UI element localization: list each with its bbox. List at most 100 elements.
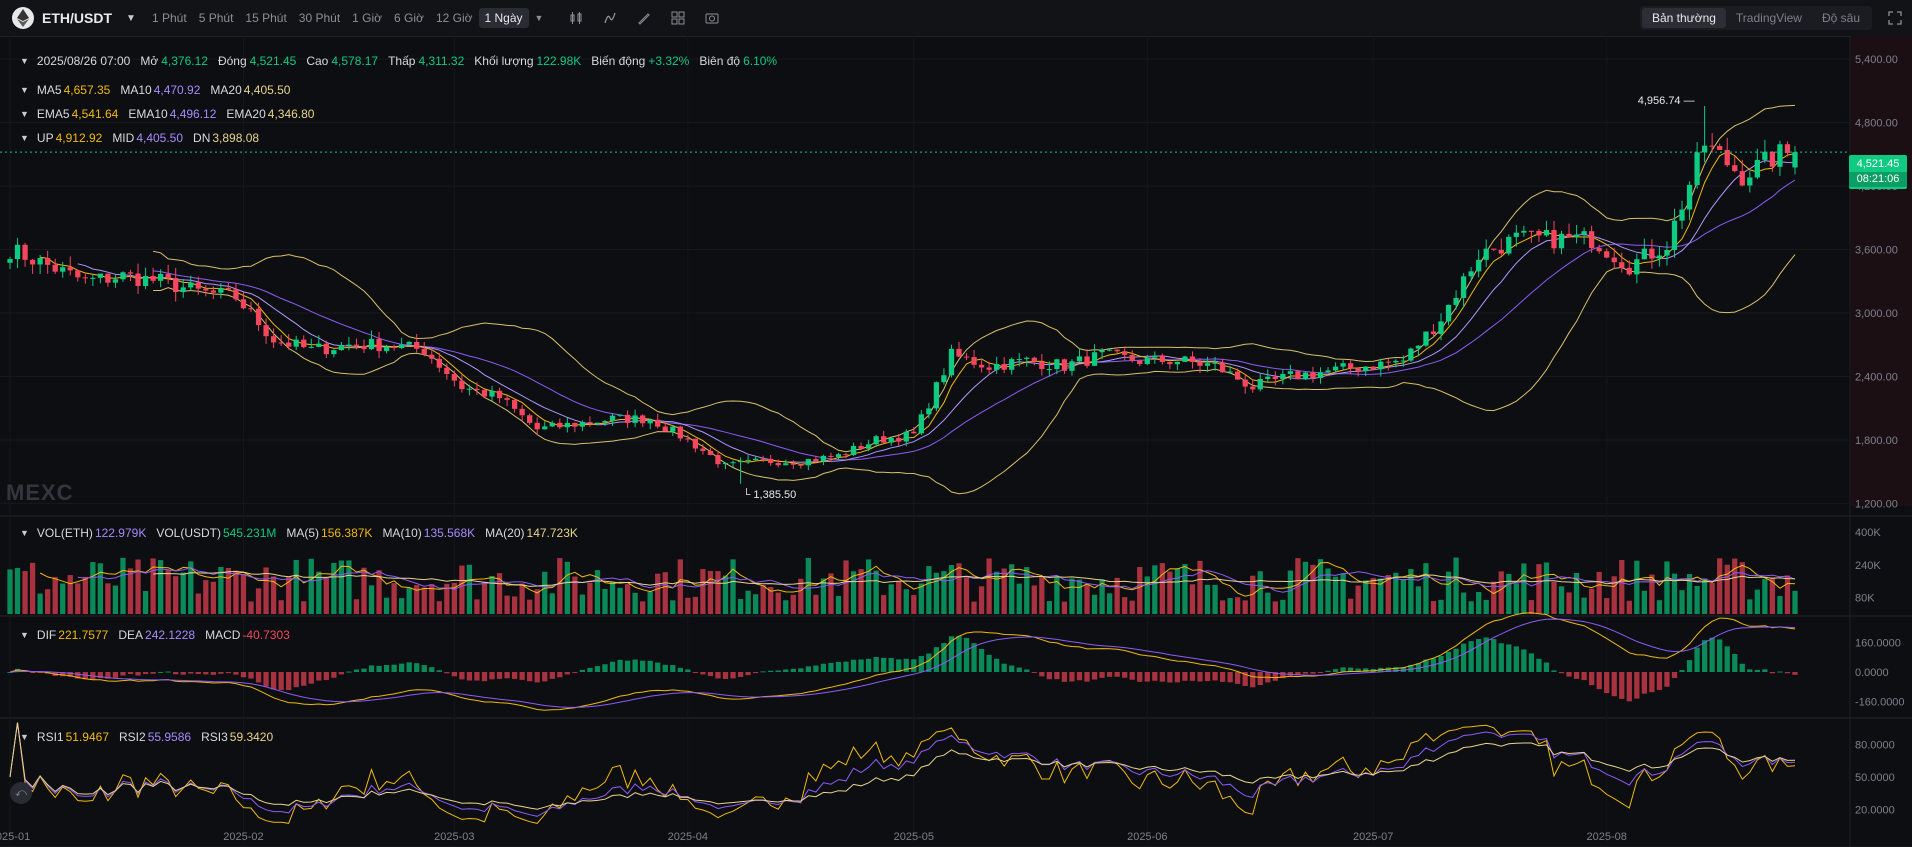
macd-bar [1054, 672, 1060, 680]
macd-bar [1536, 658, 1542, 672]
chevron-down-icon[interactable]: ▼ [20, 133, 29, 143]
layout-icon[interactable] [670, 10, 686, 26]
candle-body [1521, 230, 1527, 233]
volume-bar [1280, 599, 1286, 614]
macd-bar [399, 663, 405, 672]
candle-body [1498, 249, 1504, 254]
volume-bar [353, 599, 360, 614]
candle-body [978, 364, 985, 368]
candle-body [414, 341, 420, 349]
candle-body [873, 436, 879, 445]
view-tab-2[interactable]: Độ sâu [1812, 8, 1870, 28]
interval-tab-3[interactable]: 30 Phút [293, 8, 346, 28]
macd-bar [549, 672, 555, 679]
volume-bar [994, 571, 1000, 614]
candle-body [1491, 248, 1497, 250]
volume-bar [542, 571, 548, 614]
chevron-down-icon[interactable]: ▼ [20, 732, 29, 742]
candle-body [451, 374, 458, 381]
interval-tab-4[interactable]: 1 Giờ [346, 8, 388, 28]
chevron-down-icon[interactable]: ▼ [20, 109, 29, 119]
macd-bar [1204, 672, 1211, 682]
price-tick-label: 2,400.00 [1855, 371, 1898, 383]
candle-body [1039, 361, 1045, 369]
last-price-tag: 4,521.45 08:21:06 [1849, 155, 1907, 189]
macd-bar [1762, 669, 1768, 672]
volume-bar [1137, 567, 1143, 614]
draw-icon[interactable] [636, 10, 652, 26]
boll-dn-label: DN [193, 131, 211, 145]
candle-body [820, 455, 827, 462]
macd-bar [986, 654, 992, 672]
candle-style-icon[interactable] [568, 10, 584, 26]
volume-bar [760, 585, 766, 614]
candle-body [1573, 234, 1580, 238]
macd-bar [1521, 649, 1527, 672]
interval-tab-1[interactable]: 5 Phút [193, 8, 240, 28]
macd-bar [737, 672, 744, 677]
macd-bar [707, 672, 714, 677]
interval-tabs: 1 Phút 5 Phút 15 Phút 30 Phút 1 Giờ 6 Giờ 12 G… [146, 0, 549, 36]
view-tab-1[interactable]: TradingView [1726, 8, 1812, 28]
macd-bar [1468, 641, 1474, 672]
symbol-name: ETH/USDT [42, 10, 112, 26]
macd-bar [1581, 672, 1587, 681]
candle-body [1363, 366, 1369, 372]
macd-bar [632, 659, 638, 672]
candle-body [594, 422, 601, 424]
reset-view-icon[interactable]: ⤺ [10, 782, 32, 804]
candle-body [1551, 229, 1557, 249]
chevron-down-icon[interactable]: ▼ [20, 56, 29, 66]
chevron-down-icon[interactable]: ▼ [529, 10, 550, 26]
watermark-logo: MEXC [6, 480, 74, 505]
candle-body [941, 375, 947, 383]
chevron-down-icon[interactable]: ▼ [20, 528, 29, 538]
candle-body [301, 339, 307, 348]
chevron-down-icon[interactable]: ▼ [20, 85, 29, 95]
macd-bar [843, 661, 849, 672]
macd-bar [881, 657, 887, 672]
indicator-icon[interactable] [602, 10, 618, 26]
candle-body [444, 367, 450, 375]
camera-icon[interactable] [704, 10, 720, 26]
candle-body [1280, 373, 1286, 380]
volume-bar [745, 590, 751, 614]
candle-body [1385, 361, 1391, 363]
volume-bar [1415, 586, 1422, 614]
interval-tab-5[interactable]: 6 Giờ [388, 8, 430, 28]
macd-bar [135, 672, 141, 676]
volume-bar [248, 601, 254, 614]
volume-bar [828, 573, 834, 614]
interval-tab-0[interactable]: 1 Phút [146, 8, 193, 28]
candle-body [1001, 363, 1007, 370]
interval-tab-6[interactable]: 12 Giờ [430, 8, 479, 28]
macd-bar [1701, 640, 1708, 672]
macd-bar [1717, 639, 1723, 672]
candle-body [225, 288, 232, 290]
interval-tab-7[interactable]: 1 Ngày [478, 8, 529, 28]
volume-bar [624, 584, 631, 614]
interval-tab-2[interactable]: 15 Phút [239, 8, 292, 28]
ma5-label: MA5 [36, 83, 62, 97]
macd-bar [1129, 672, 1135, 680]
rsi1-value: 51.9467 [65, 730, 109, 744]
macd-bar [323, 672, 329, 680]
view-tab-0[interactable]: Bản thường [1641, 8, 1726, 28]
candle-body [406, 341, 412, 345]
macd-bar [1152, 672, 1158, 681]
chevron-down-icon[interactable]: ▼ [126, 13, 136, 24]
volume-bar [737, 599, 744, 614]
volume-bar [557, 558, 563, 614]
macd-bar [1551, 670, 1557, 672]
chevron-down-icon[interactable]: ▼ [20, 630, 29, 640]
candle-body [399, 344, 405, 349]
volume-bar [361, 567, 367, 614]
macd-bar [203, 672, 209, 675]
price-chart[interactable]: 5,400.004,800.004,200.003,600.003,000.00… [0, 36, 1912, 847]
candle-body [45, 258, 51, 265]
volume-bar [722, 575, 729, 614]
macd-bar [1317, 672, 1324, 673]
symbol-selector[interactable]: ETH/USDT ▼ [12, 0, 136, 36]
fullscreen-icon[interactable] [1888, 0, 1902, 36]
volume-bar [850, 571, 857, 614]
